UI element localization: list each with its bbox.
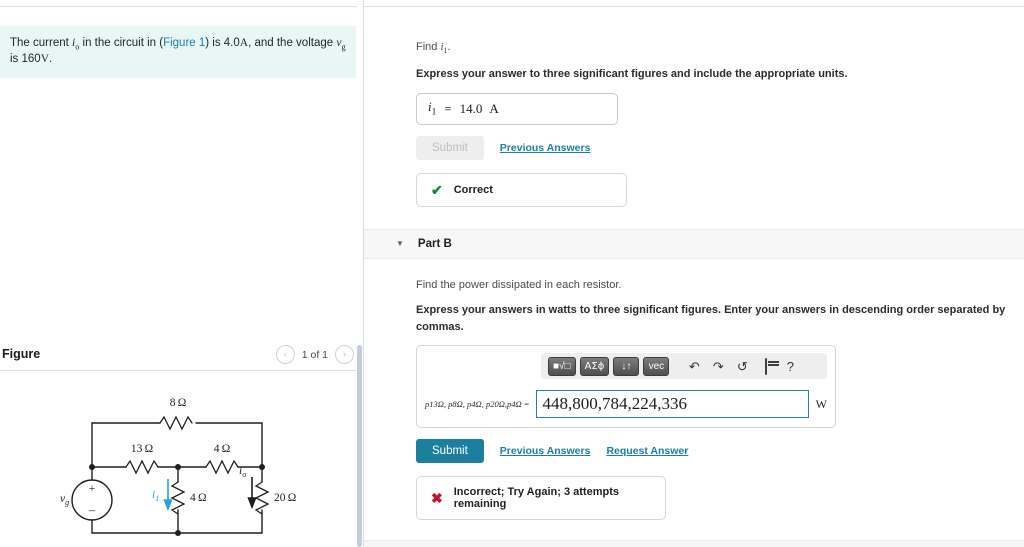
problem-text-prefix: The current — [10, 37, 72, 49]
part-b-button-row: Submit Previous Answers Request Answer — [416, 439, 1012, 464]
left-panel: The current io in the circuit in (Figure… — [0, 0, 362, 547]
label-i1: i1 — [152, 489, 159, 503]
figure-nav: ‹ 1 of 1 › — [275, 345, 354, 364]
problem-text-mid1: in the circuit in ( — [79, 37, 164, 49]
figure-section-title: Figure — [2, 347, 41, 361]
part-b-label: Part B — [417, 237, 452, 250]
right-panel: Find i1. Express your answer to three si… — [364, 0, 1024, 547]
problem-var-vg: vg — [336, 37, 346, 52]
label-20-ohm: 20 Ω — [274, 492, 296, 504]
part-b-request-answer-link[interactable]: Request Answer — [606, 445, 688, 457]
part-b-math-toolbar: ■√□ ΑΣϕ ↓↑ vec ↶ ↷ ↺ ? — [541, 353, 827, 380]
current-i1-arrow — [163, 479, 173, 512]
part-a-feedback-correct: ✔ Correct — [416, 172, 627, 207]
left-scrollbar-thumb[interactable] — [357, 345, 362, 547]
circuit-figure: + – 8 Ω 13 Ω 4 Ω 4 Ω 20 Ω vg i1 io — [0, 378, 356, 547]
part-a-submit-button[interactable]: Submit — [416, 135, 484, 160]
part-a-button-row: Submit Previous Answers — [416, 135, 1012, 160]
part-a-answer-value: 14.0 — [459, 100, 483, 116]
part-a-question-pre: Find — [416, 41, 441, 53]
part-b-answer-widget: ■√□ ΑΣϕ ↓↑ vec ↶ ↷ ↺ ? p13Ω, p8Ω, p4Ω, p… — [416, 345, 836, 429]
problem-unit-volt: V — [40, 53, 49, 66]
part-a-answer-equals: = — [444, 100, 452, 116]
left-top-divider — [0, 6, 362, 7]
figure-page-count: 1 of 1 — [301, 348, 328, 361]
part-b-header[interactable]: ▼ Part B — [364, 228, 1024, 259]
problem-statement: The current io in the circuit in (Figure… — [0, 26, 356, 78]
reset-icon[interactable]: ↺ — [732, 360, 752, 373]
part-a-instruction: Express your answer to three significant… — [416, 68, 848, 81]
part-b-feedback-text: Incorrect; Try Again; 3 attempts remaini… — [453, 486, 619, 511]
part-a-feedback-text: Correct — [453, 183, 493, 196]
source-plus-sign: + — [89, 481, 96, 495]
chevron-down-icon[interactable]: ▼ — [396, 239, 404, 248]
redo-icon[interactable]: ↷ — [708, 360, 728, 373]
problem-text-suffix: . — [49, 53, 53, 66]
part-b-answer-prefix: p13Ω, p8Ω, p4Ω, p20Ω,p4Ω = — [425, 399, 530, 410]
source-minus-sign: – — [88, 502, 96, 517]
current-io-arrow — [247, 477, 257, 510]
part-a-body: Find i1. Express your answer to three si… — [364, 6, 1024, 207]
figure-next-button[interactable]: › — [335, 345, 354, 364]
updown-key-icon[interactable]: ↓↑ — [613, 356, 640, 376]
part-b-question: Find the power dissipated in each resist… — [416, 278, 622, 291]
part-a-previous-answers-link[interactable]: Previous Answers — [500, 142, 591, 154]
template-key-icon[interactable]: ■√□ — [548, 356, 576, 376]
part-a-answer-var: i1 — [428, 99, 437, 118]
part-b-submit-button[interactable]: Submit — [416, 439, 484, 464]
circuit-diagram-svg: + – 8 Ω 13 Ω 4 Ω 4 Ω 20 Ω vg i1 io — [60, 397, 296, 536]
figure-1-link[interactable]: Figure 1 — [163, 37, 205, 49]
label-shunt-4-ohm: 4 Ω — [190, 492, 207, 504]
part-a-answer-field[interactable]: i1 = 14.0 A — [416, 92, 618, 125]
part-b-answer-input[interactable]: 448,800,784,224,336 — [536, 390, 809, 419]
keyboard-icon[interactable] — [756, 357, 776, 375]
part-a-question-post: . — [447, 41, 451, 53]
part-b-body: Find the power dissipated in each resist… — [364, 259, 1024, 521]
node-middle — [175, 464, 181, 470]
problem-text-mid4: is 160 — [10, 53, 41, 66]
figure-prev-button[interactable]: ‹ — [275, 345, 295, 364]
help-icon[interactable]: ? — [780, 360, 800, 373]
check-icon: ✔ — [431, 181, 443, 198]
node-left — [89, 464, 95, 470]
part-b-answer-value: 448,800,784,224,336 — [542, 394, 687, 414]
greek-key-icon[interactable]: ΑΣϕ — [579, 356, 610, 376]
part-b-entry-row: p13Ω, p8Ω, p4Ω, p20Ω,p4Ω = 448,800,784,2… — [425, 390, 827, 419]
page-root: The current io in the circuit in (Figure… — [0, 0, 1024, 547]
part-b-instruction: Express your answers in watts to three s… — [416, 304, 1006, 333]
node-right — [259, 464, 265, 470]
node-bottom — [175, 530, 181, 536]
undo-icon[interactable]: ↶ — [684, 360, 704, 373]
label-13-ohm: 13 Ω — [131, 443, 153, 455]
label-4-ohm: 4 Ω — [214, 443, 231, 455]
problem-text-mid3: , and the voltage — [248, 37, 337, 49]
cross-icon: ✖ — [431, 490, 443, 507]
part-c-header[interactable]: ▼ Part C — [364, 540, 1024, 547]
part-b-previous-answers-link[interactable]: Previous Answers — [500, 445, 591, 457]
vector-key-icon[interactable]: vec — [643, 356, 670, 376]
label-vg: vg — [60, 493, 69, 507]
label-8-ohm: 8 Ω — [170, 397, 187, 409]
part-a-question: Find i1. — [416, 39, 1012, 57]
part-a-answer-unit: A — [489, 100, 499, 116]
part-b-feedback-incorrect: ✖ Incorrect; Try Again; 3 attempts remai… — [416, 476, 666, 521]
problem-text-mid2: ) is 4.0 — [205, 37, 240, 49]
part-b-answer-unit: W — [815, 396, 827, 411]
figure-divider — [0, 370, 356, 371]
problem-unit-amp: A — [239, 37, 249, 49]
